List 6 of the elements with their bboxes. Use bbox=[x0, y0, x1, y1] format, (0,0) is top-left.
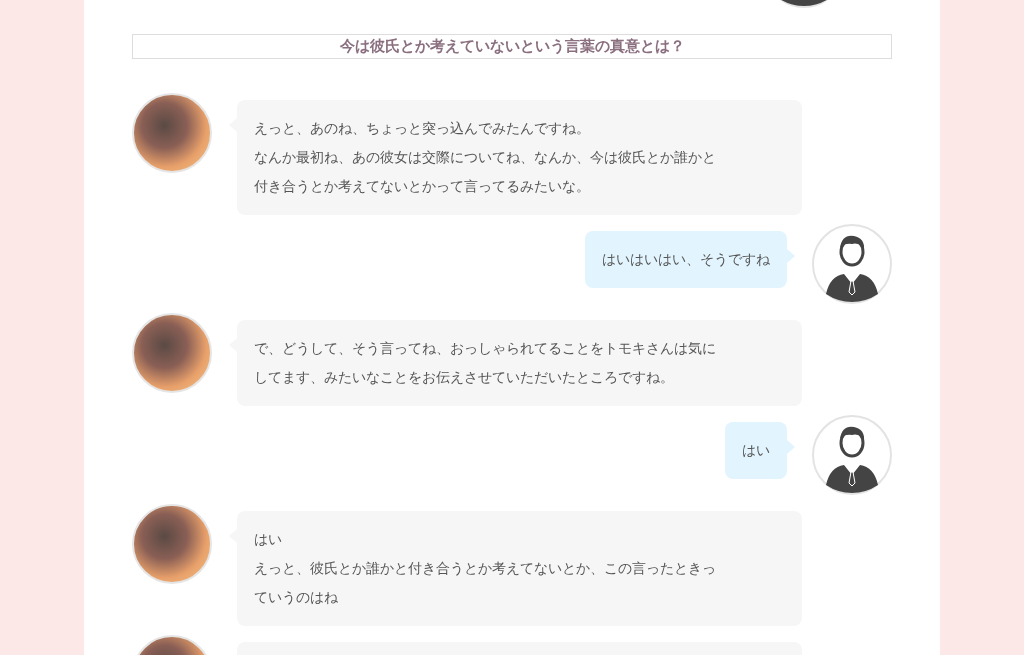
message-text: で、どうして、そう言ってね、おっしゃられてることをトモキさんは気に してます、みたいなことをお伝えさせていただいたところですね。 bbox=[254, 338, 717, 387]
section-heading: 今は彼氏とか考えていないという言葉の真意とは？ bbox=[132, 34, 892, 59]
message-text: はい えっと、彼氏とか誰かと付き合うとか考えてないとか、この言ったときっ ていうのはね bbox=[254, 529, 717, 607]
message-text: はいはいはい、そうですね bbox=[602, 249, 770, 269]
message-text: はい bbox=[742, 440, 770, 460]
message-text: えっと、あのね、ちょっと突っ込んでみたんですね。 なんか最初ね、あの彼女は交際についてね、なんか、今は彼氏とか誰かと 付き合うとか考えてないとかって言ってるみたいな。 bbox=[254, 118, 717, 196]
